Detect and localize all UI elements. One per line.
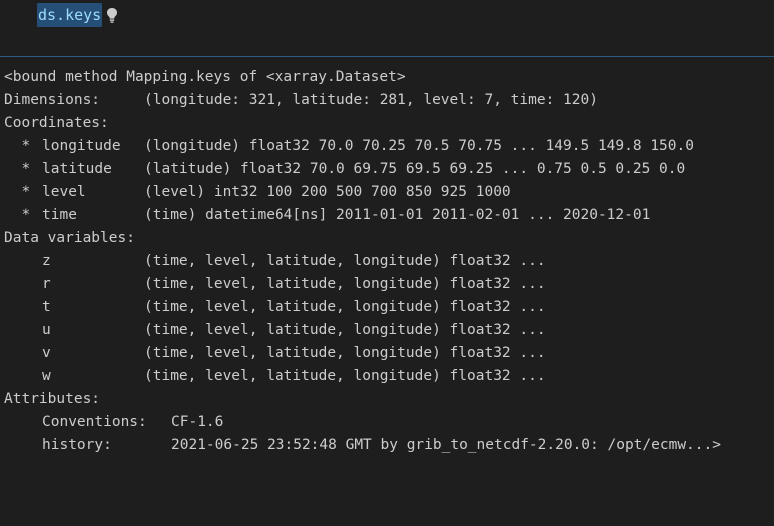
cell-divider bbox=[0, 56, 774, 57]
data-variable-value: (time, level, latitude, longitude) float… bbox=[144, 322, 546, 338]
attribute-value: CF-1.6 bbox=[171, 414, 224, 430]
coordinate-value: (latitude) float32 70.0 69.75 69.5 69.25… bbox=[144, 161, 686, 177]
data-variable-name: u bbox=[42, 322, 51, 338]
code-text[interactable]: ds.keys bbox=[37, 3, 103, 27]
data-variable-name: w bbox=[42, 368, 51, 384]
attribute-value: 2021-06-25 23:52:48 GMT by grib_to_netcd… bbox=[171, 437, 721, 453]
output-header: <bound method Mapping.keys of <xarray.Da… bbox=[4, 69, 406, 85]
data-variable-value: (time, level, latitude, longitude) float… bbox=[144, 253, 546, 269]
code-cell-input[interactable]: ds.keys bbox=[0, 0, 774, 56]
data-variable-row: u (time, level, latitude, longitude) flo… bbox=[0, 319, 774, 342]
attribute-name: history: bbox=[42, 437, 112, 453]
data-variable-value: (time, level, latitude, longitude) float… bbox=[144, 299, 546, 315]
attribute-row: Conventions: CF-1.6 bbox=[0, 411, 774, 434]
coordinate-name: time bbox=[42, 207, 77, 223]
lightbulb-icon[interactable] bbox=[104, 6, 120, 24]
data-variable-row: w (time, level, latitude, longitude) flo… bbox=[0, 365, 774, 388]
data-variable-value: (time, level, latitude, longitude) float… bbox=[144, 368, 546, 384]
attribute-row: history: 2021-06-25 23:52:48 GMT by grib… bbox=[0, 434, 774, 457]
dimensions-label: Dimensions: bbox=[4, 92, 101, 108]
coordinates-label: Coordinates: bbox=[4, 115, 109, 131]
data-variable-name: z bbox=[42, 253, 51, 269]
coordinate-marker: * bbox=[4, 138, 31, 154]
coordinate-row: * longitude (longitude) float32 70.0 70.… bbox=[0, 135, 774, 158]
code-line[interactable]: ds.keys bbox=[37, 3, 120, 27]
data-variable-row: v (time, level, latitude, longitude) flo… bbox=[0, 342, 774, 365]
data-variables-label-row: Data variables: bbox=[0, 227, 774, 250]
attribute-name: Conventions: bbox=[42, 414, 147, 430]
coordinate-value: (time) datetime64[ns] 2011-01-01 2011-02… bbox=[144, 207, 651, 223]
cell-output: <bound method Mapping.keys of <xarray.Da… bbox=[0, 66, 774, 457]
coordinate-row: * latitude (latitude) float32 70.0 69.75… bbox=[0, 158, 774, 181]
data-variable-value: (time, level, latitude, longitude) float… bbox=[144, 276, 546, 292]
coordinate-name: level bbox=[42, 184, 86, 200]
coordinate-marker: * bbox=[4, 161, 31, 177]
coordinate-value: (level) int32 100 200 500 700 850 925 10… bbox=[144, 184, 511, 200]
dimensions-value: (longitude: 321, latitude: 281, level: 7… bbox=[144, 92, 598, 108]
data-variable-value: (time, level, latitude, longitude) float… bbox=[144, 345, 546, 361]
data-variable-name: v bbox=[42, 345, 51, 361]
coordinate-name: longitude bbox=[42, 138, 121, 154]
data-variable-row: r (time, level, latitude, longitude) flo… bbox=[0, 273, 774, 296]
coordinate-value: (longitude) float32 70.0 70.25 70.5 70.7… bbox=[144, 138, 694, 154]
output-header-row: <bound method Mapping.keys of <xarray.Da… bbox=[0, 66, 774, 89]
coordinate-row: * level (level) int32 100 200 500 700 85… bbox=[0, 181, 774, 204]
data-variables-label: Data variables: bbox=[4, 230, 135, 246]
data-variable-row: t (time, level, latitude, longitude) flo… bbox=[0, 296, 774, 319]
data-variable-name: r bbox=[42, 276, 51, 292]
data-variable-row: z (time, level, latitude, longitude) flo… bbox=[0, 250, 774, 273]
coordinate-marker: * bbox=[4, 207, 31, 223]
attributes-label-row: Attributes: bbox=[0, 388, 774, 411]
coordinate-marker: * bbox=[4, 184, 31, 200]
coordinate-row: * time (time) datetime64[ns] 2011-01-01 … bbox=[0, 204, 774, 227]
dimensions-row: Dimensions: (longitude: 321, latitude: 2… bbox=[0, 89, 774, 112]
attributes-label: Attributes: bbox=[4, 391, 101, 407]
coordinate-name: latitude bbox=[42, 161, 112, 177]
coordinates-label-row: Coordinates: bbox=[0, 112, 774, 135]
data-variable-name: t bbox=[42, 299, 51, 315]
